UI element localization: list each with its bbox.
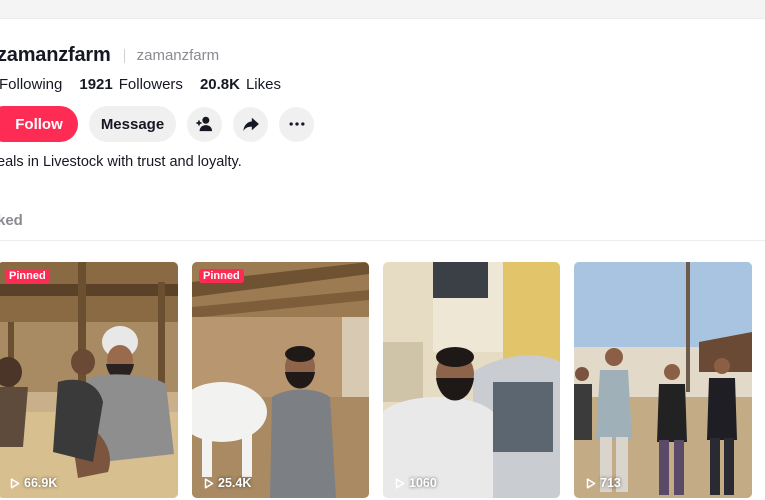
video-thumbnail bbox=[192, 262, 369, 498]
stat-following-label: Following bbox=[0, 76, 63, 93]
view-count-value: 713 bbox=[600, 476, 621, 490]
play-icon bbox=[586, 477, 596, 489]
view-count-value: 25.4K bbox=[218, 476, 252, 490]
stat-likes-count: 20.8K bbox=[199, 76, 240, 93]
play-icon bbox=[204, 477, 214, 489]
pinned-badge: Pinned bbox=[199, 269, 244, 283]
video-card[interactable]: 1060 bbox=[383, 262, 560, 498]
share-button[interactable] bbox=[233, 106, 268, 142]
tab-divider bbox=[0, 240, 765, 241]
video-thumbnail bbox=[574, 262, 752, 498]
play-icon bbox=[10, 477, 20, 489]
view-count-value: 66.9K bbox=[24, 476, 58, 490]
message-button[interactable]: Message bbox=[89, 106, 176, 142]
profile-name-row: zamanzfarm zamanzfarm bbox=[0, 44, 219, 67]
stat-followers-count: 1921 bbox=[79, 76, 113, 93]
view-count: 25.4K bbox=[204, 476, 251, 490]
profile-bio: eals in Livestock with trust and loyalty… bbox=[0, 154, 242, 170]
display-name: zamanzfarm bbox=[0, 44, 111, 66]
name-divider bbox=[123, 48, 125, 63]
share-arrow-icon bbox=[242, 117, 259, 131]
video-grid: Pinned 66.9K Pinned 25.4K 1060 713 bbox=[0, 262, 765, 500]
profile-actions: Follow Message bbox=[0, 106, 314, 142]
video-thumbnail bbox=[0, 262, 178, 498]
view-count: 1060 bbox=[395, 476, 437, 490]
stat-followers-label: Followers bbox=[118, 76, 183, 93]
add-user-icon bbox=[195, 116, 212, 132]
profile-stats: Following 1921 Followers 20.8K Likes bbox=[0, 76, 298, 93]
tab-liked[interactable]: ked bbox=[0, 212, 23, 229]
video-card[interactable]: Pinned 25.4K bbox=[192, 262, 369, 498]
stat-followers[interactable]: 1921 Followers bbox=[79, 76, 183, 93]
play-icon bbox=[395, 477, 405, 489]
view-count-value: 1060 bbox=[409, 476, 437, 490]
video-card[interactable]: Pinned 66.9K bbox=[0, 262, 178, 498]
stat-likes-label: Likes bbox=[245, 76, 281, 93]
more-dots-icon bbox=[289, 122, 304, 126]
video-card[interactable]: 713 bbox=[574, 262, 752, 498]
pinned-badge: Pinned bbox=[5, 269, 50, 283]
follow-button[interactable]: Follow bbox=[0, 106, 78, 142]
username: zamanzfarm bbox=[136, 47, 220, 64]
video-thumbnail bbox=[383, 262, 560, 498]
view-count: 66.9K bbox=[10, 476, 57, 490]
top-bar bbox=[0, 0, 765, 19]
stat-following[interactable]: Following bbox=[0, 76, 62, 93]
stat-likes: 20.8K Likes bbox=[200, 76, 281, 93]
more-options-button[interactable] bbox=[279, 106, 314, 142]
add-friend-button[interactable] bbox=[187, 106, 222, 142]
view-count: 713 bbox=[586, 476, 621, 490]
